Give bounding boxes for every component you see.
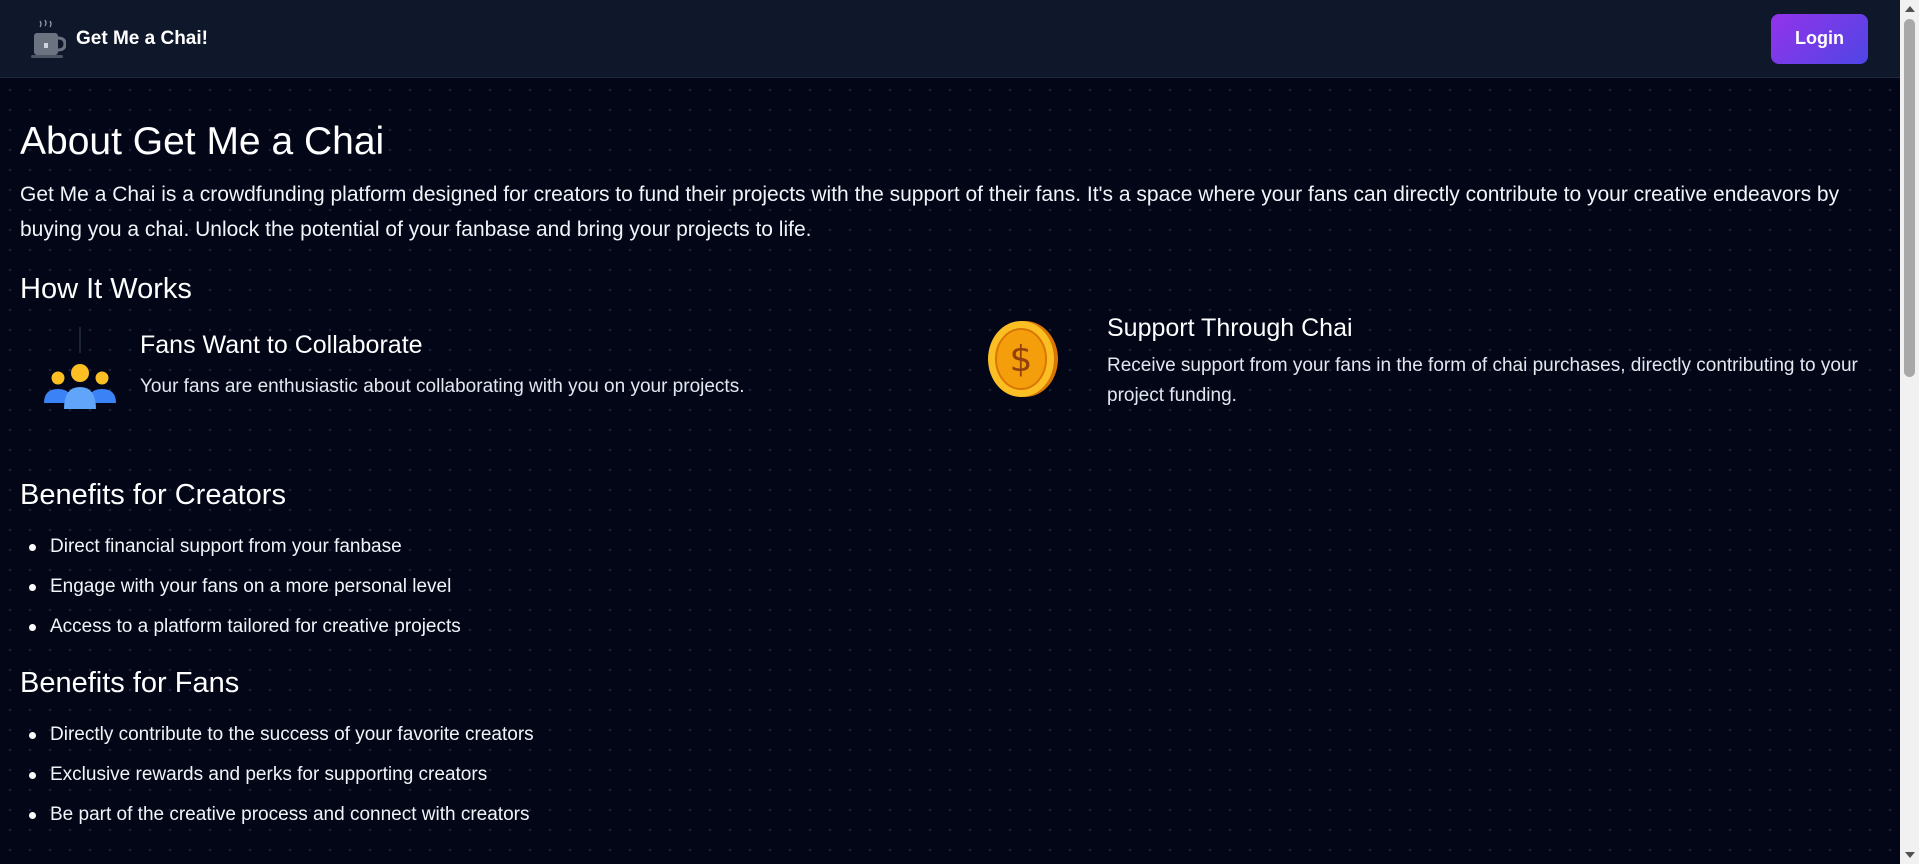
scroll-up-icon[interactable] bbox=[1905, 6, 1915, 12]
list-item: Directly contribute to the success of yo… bbox=[20, 715, 1880, 755]
main-content: About Get Me a Chai Get Me a Chai is a c… bbox=[20, 78, 1880, 835]
coin-icon: $ bbox=[985, 313, 1085, 413]
page: Get Me a Chai! Login About Get Me a Chai… bbox=[0, 0, 1919, 864]
vertical-scrollbar[interactable] bbox=[1900, 0, 1919, 864]
how-item-title: Fans Want to Collaborate bbox=[140, 331, 423, 359]
list-item: Engage with your fans on a more personal… bbox=[20, 567, 1880, 607]
how-item-title: Support Through Chai bbox=[1107, 314, 1353, 342]
login-button[interactable]: Login bbox=[1771, 13, 1868, 64]
how-it-works-grid: Fans Want to Collaborate Your fans are e… bbox=[20, 307, 1880, 477]
list-item: Exclusive rewards and perks for supporti… bbox=[20, 755, 1880, 795]
how-it-works-heading: How It Works bbox=[20, 273, 192, 305]
scroll-down-icon[interactable] bbox=[1905, 852, 1915, 858]
how-item-chai: $ Support Through Chai Receive support f… bbox=[985, 313, 1907, 413]
list-item: Be part of the creative process and conn… bbox=[20, 795, 1880, 835]
navbar: Get Me a Chai! Login bbox=[0, 0, 1900, 78]
benefits-creators-list: Direct financial support from your fanba… bbox=[20, 527, 1880, 647]
brand[interactable]: Get Me a Chai! bbox=[30, 17, 208, 61]
group-icon bbox=[30, 327, 130, 427]
how-item-description: Your fans are enthusiastic about collabo… bbox=[140, 376, 745, 397]
scroll-thumb[interactable] bbox=[1904, 19, 1915, 377]
how-item-text: Support Through Chai Receive support fro… bbox=[1107, 313, 1907, 413]
how-item-description: Receive support from your fans in the fo… bbox=[1107, 355, 1858, 406]
tea-cup-icon bbox=[30, 17, 67, 61]
how-item-fans: Fans Want to Collaborate Your fans are e… bbox=[30, 327, 745, 427]
benefits-fans-list: Directly contribute to the success of yo… bbox=[20, 715, 1880, 835]
benefits-fans-heading: Benefits for Fans bbox=[20, 667, 240, 699]
brand-name: Get Me a Chai! bbox=[76, 27, 208, 49]
intro-paragraph: Get Me a Chai is a crowdfunding platform… bbox=[20, 183, 1840, 241]
how-item-text: Fans Want to Collaborate Your fans are e… bbox=[140, 330, 745, 427]
list-item: Access to a platform tailored for creati… bbox=[20, 607, 1880, 647]
svg-text:$: $ bbox=[1010, 339, 1033, 380]
benefits-creators-heading: Benefits for Creators bbox=[20, 479, 286, 511]
page-title: About Get Me a Chai bbox=[20, 120, 385, 163]
list-item: Direct financial support from your fanba… bbox=[20, 527, 1880, 567]
